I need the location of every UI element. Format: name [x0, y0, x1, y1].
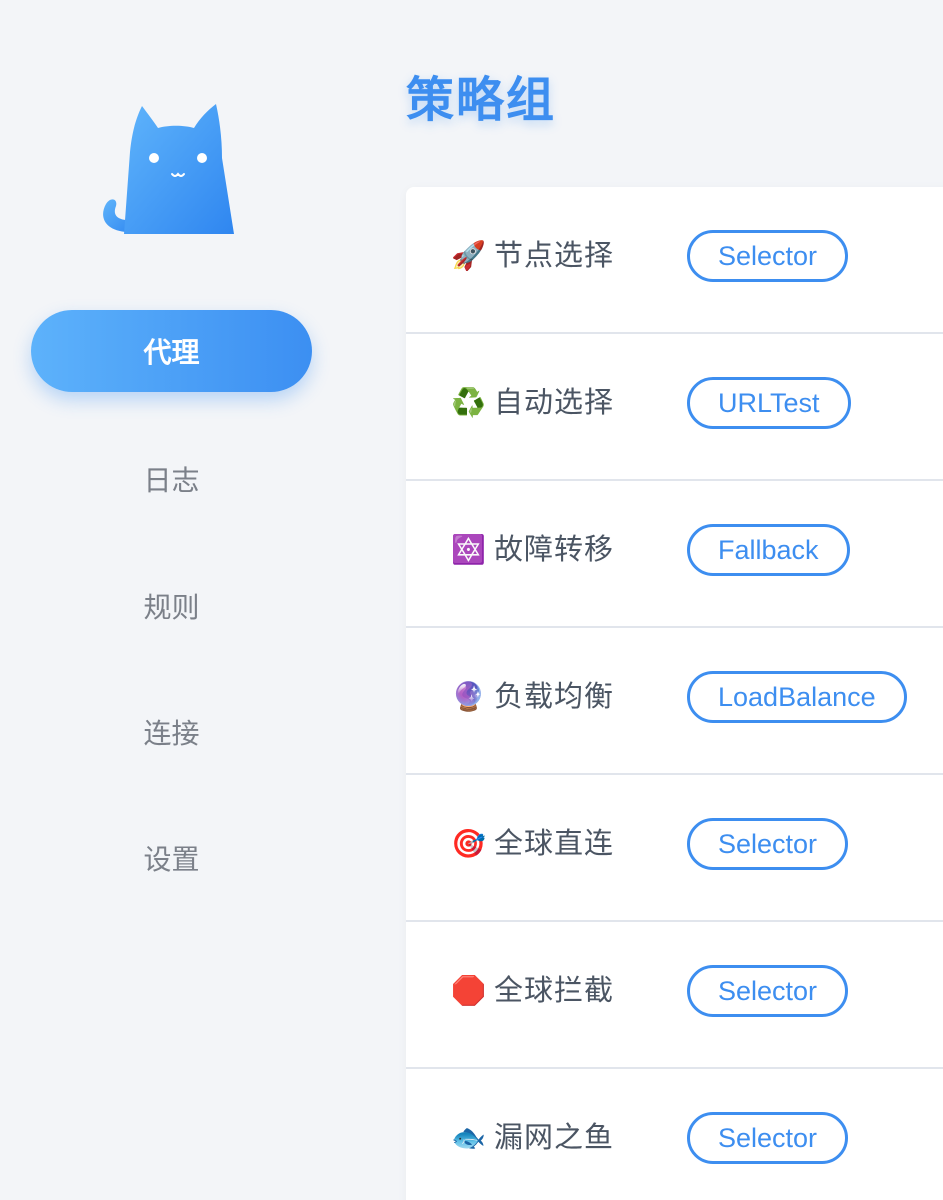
- cat-logo-icon: [103, 104, 234, 234]
- proxy-group-row[interactable]: 🎯 全球直连 Selector: [406, 775, 943, 922]
- rocket-icon: 🚀: [451, 239, 486, 272]
- group-type-badge[interactable]: Selector: [687, 818, 849, 870]
- proxy-group-row[interactable]: 🚀 节点选择 Selector: [406, 187, 943, 334]
- stop-sign-icon: 🛑: [451, 974, 486, 1007]
- group-type-badge[interactable]: Fallback: [687, 524, 850, 576]
- proxy-group-row[interactable]: 🔯 故障转移 Fallback: [406, 481, 943, 628]
- group-type-badge[interactable]: URLTest: [687, 377, 851, 429]
- star-of-david-icon: 🔯: [451, 533, 486, 566]
- fish-icon: 🐟: [451, 1121, 486, 1154]
- crystal-ball-icon: 🔮: [451, 680, 486, 713]
- group-type-badge[interactable]: LoadBalance: [687, 671, 907, 723]
- proxy-group-row[interactable]: 🔮 负载均衡 LoadBalance: [406, 628, 943, 775]
- group-name: 负载均衡: [494, 679, 615, 713]
- group-type-badge[interactable]: Selector: [687, 965, 849, 1017]
- sidebar-item-connections[interactable]: 连接: [31, 691, 312, 773]
- app-window: 代理 日志 规则 连接 设置 策略组 🚀 节点选择 Selector ♻️ 自动…: [0, 0, 943, 1200]
- group-name: 故障转移: [494, 532, 615, 566]
- proxy-group-row[interactable]: ♻️ 自动选择 URLTest: [406, 334, 943, 481]
- group-name: 节点选择: [494, 238, 615, 272]
- sidebar-item-proxy[interactable]: 代理: [31, 310, 312, 392]
- proxy-group-row[interactable]: 🐟 漏网之鱼 Selector: [406, 1069, 943, 1200]
- group-type-badge[interactable]: Selector: [687, 1112, 849, 1164]
- recycle-icon: ♻️: [451, 386, 486, 419]
- group-name: 全球拦截: [494, 973, 615, 1007]
- group-name: 漏网之鱼: [494, 1120, 615, 1154]
- group-name: 自动选择: [494, 385, 615, 419]
- proxy-group-row[interactable]: 🛑 全球拦截 Selector: [406, 922, 943, 1069]
- group-type-badge[interactable]: Selector: [687, 230, 849, 282]
- proxy-group-list: 🚀 节点选择 Selector ♻️ 自动选择 URLTest 🔯 故障转移 F…: [406, 187, 943, 1200]
- sidebar-item-logs[interactable]: 日志: [31, 438, 312, 520]
- sidebar-item-settings[interactable]: 设置: [31, 817, 312, 899]
- sidebar: 代理 日志 规则 连接 设置: [0, 0, 345, 1200]
- sidebar-item-rules[interactable]: 规则: [31, 565, 312, 647]
- target-icon: 🎯: [451, 827, 486, 860]
- page-title: 策略组: [406, 72, 557, 128]
- group-name: 全球直连: [494, 826, 615, 860]
